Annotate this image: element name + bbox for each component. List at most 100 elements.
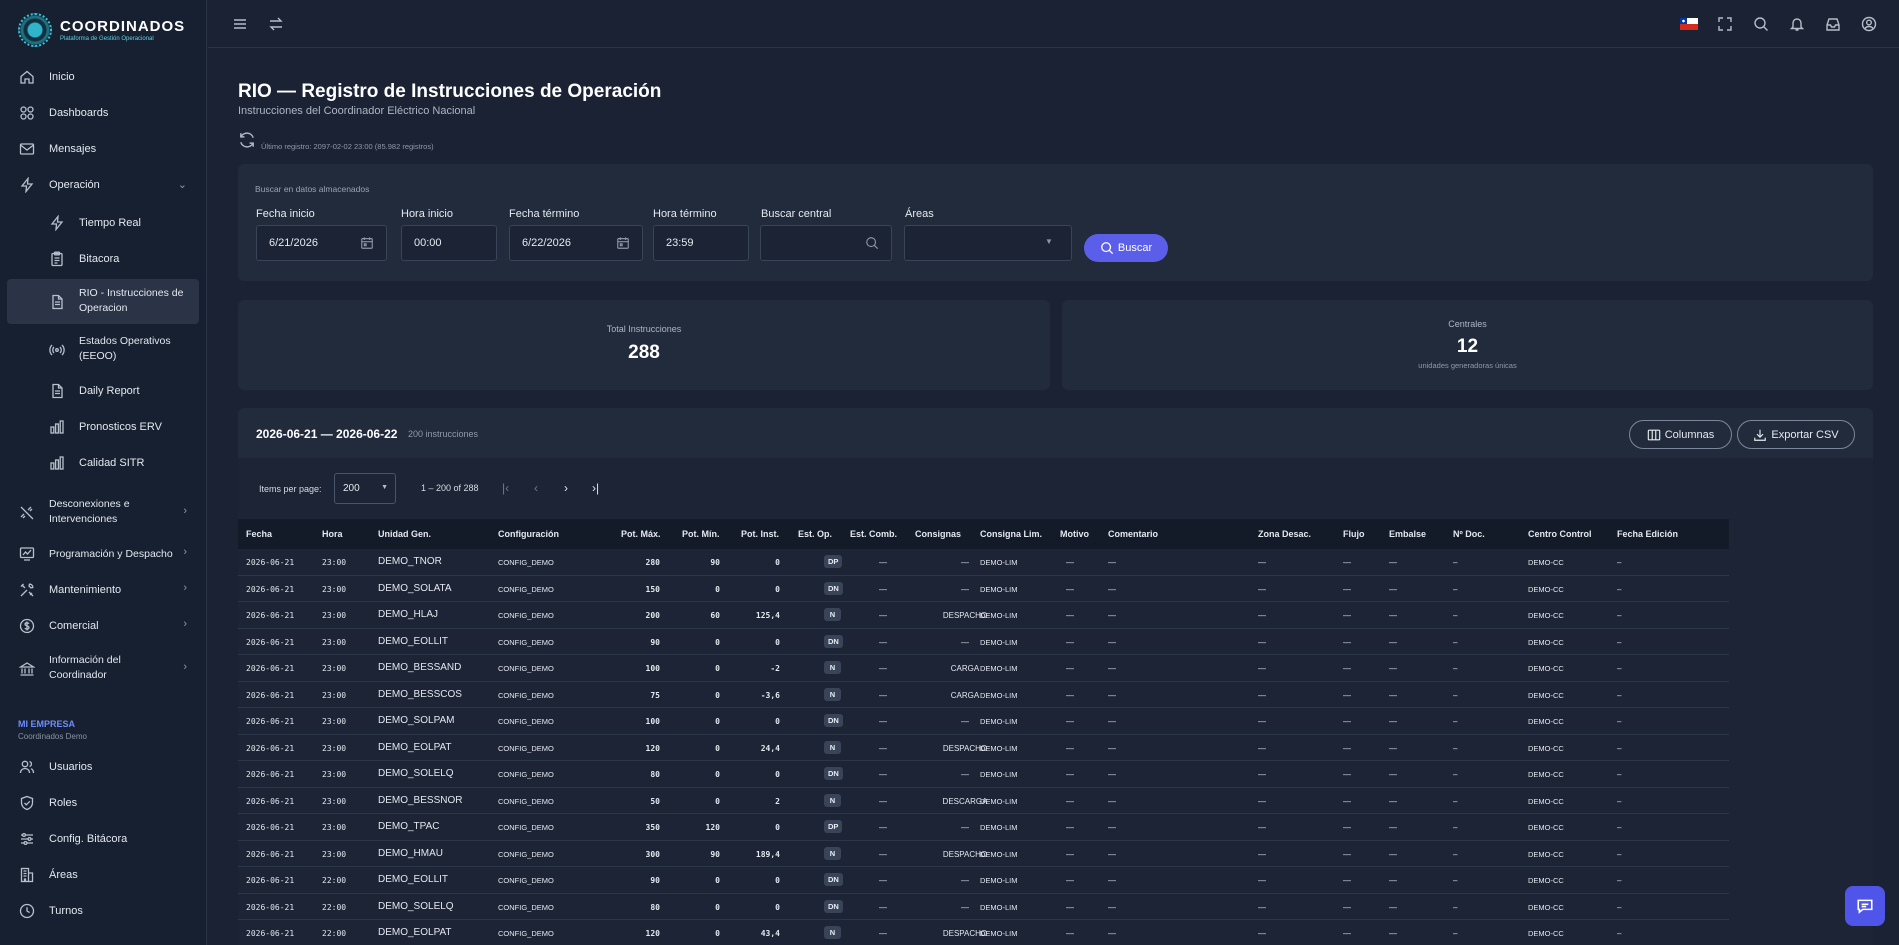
sidebar-item-rio[interactable]: RIO - Instrucciones de Operacion (0, 285, 207, 319)
column-header[interactable]: Unidad Gen. (378, 529, 431, 539)
table-row[interactable]: 2026-06-21 22:00 DEMO_EOLPAT CONFIG_DEMO 120… (238, 920, 1729, 945)
table-row[interactable]: 2026-06-21 22:00 DEMO_SOLELQ CONFIG_DEMO 80 0… (238, 894, 1729, 920)
refresh-icon[interactable] (238, 131, 256, 149)
table-row[interactable]: 2026-06-21 23:00 DEMO_TPAC CONFIG_DEMO 350 12… (238, 814, 1729, 841)
column-header[interactable]: Consignas (915, 529, 961, 539)
sidebar-item-desconexiones[interactable]: Desconexiones e Intervenciones › (0, 496, 207, 530)
buscar-button[interactable]: Buscar (1084, 234, 1168, 262)
sidebar-item-turnos[interactable]: Turnos (0, 902, 207, 920)
table-row[interactable]: 2026-06-21 23:00 DEMO_BESSAND CONFIG_DEMO 10… (238, 655, 1729, 682)
last-page-icon[interactable]: ›| (592, 481, 599, 495)
last-record-info: Último registro: 2097-02-02 23:00 (85.98… (261, 142, 434, 151)
sidebar-item-mantenimiento[interactable]: Mantenimiento › (0, 581, 207, 599)
sidebar-item-roles[interactable]: Roles (0, 794, 207, 812)
sidebar-item-pronosticos[interactable]: Pronosticos ERV (0, 418, 207, 436)
table-row[interactable]: 2026-06-21 23:00 DEMO_EOLLIT CONFIG_DEMO 90 0… (238, 629, 1729, 655)
column-header[interactable]: Pot. Inst. (741, 529, 779, 539)
column-header[interactable]: Embalse (1389, 529, 1426, 539)
sidebar-item-inicio[interactable]: Inicio (0, 68, 207, 86)
table-cell: – (1617, 611, 1622, 620)
sidebar-item-programacion[interactable]: Programación y Despacho › (0, 545, 207, 563)
table-row[interactable]: 2026-06-21 23:00 DEMO_SOLPAM CONFIG_DEMO 100… (238, 708, 1729, 735)
table-row[interactable]: 2026-06-21 23:00 DEMO_SOLATA CONFIG_DEMO 150… (238, 576, 1729, 602)
prev-page-icon[interactable]: ‹ (534, 481, 538, 495)
sidebar-item-bitacora[interactable]: Bitacora (0, 250, 207, 268)
bell-icon[interactable] (1787, 14, 1807, 34)
table-row[interactable]: 2026-06-21 23:00 DEMO_BESSNOR CONFIG_DEMO 50… (238, 788, 1729, 814)
fullscreen-icon[interactable] (1715, 14, 1735, 34)
table-cell: DEMO-LIM (980, 717, 1018, 726)
sidebar-item-informacion[interactable]: Información del Coordinador › (0, 652, 207, 686)
table-row[interactable]: 2026-06-21 23:00 DEMO_HLAJ CONFIG_DEMO 200 60… (238, 602, 1729, 629)
building-icon (18, 866, 36, 884)
column-header[interactable]: Comentario (1108, 529, 1158, 539)
sidebar-item-config-bitacora[interactable]: Config. Bitácora (0, 830, 207, 848)
table-cell: — (879, 876, 887, 885)
column-header[interactable]: Est. Comb. (850, 529, 897, 539)
column-header[interactable]: Pot. Máx. (621, 529, 661, 539)
table-row[interactable]: 2026-06-21 23:00 DEMO_TNOR CONFIG_DEMO 280 90… (238, 549, 1729, 576)
table-row[interactable]: 2026-06-21 22:00 DEMO_EOLLIT CONFIG_DEMO 90 0… (238, 867, 1729, 894)
columnas-button-label: Columnas (1664, 428, 1715, 441)
sidebar-item-tiempo-real[interactable]: Tiempo Real (0, 214, 207, 232)
sidebar-item-operacion[interactable]: Operación ⌄ (0, 176, 207, 194)
inbox-icon[interactable] (1823, 14, 1843, 34)
sidebar-item-daily-report[interactable]: Daily Report (0, 382, 207, 400)
table-cell: — (1066, 902, 1074, 912)
fecha-inicio-field[interactable]: 6/21/2026 (256, 225, 387, 261)
column-header[interactable]: Est. Op. (798, 529, 832, 539)
column-header[interactable]: Configuración (498, 529, 559, 539)
sidebar-item-areas[interactable]: Áreas (0, 866, 207, 884)
calendar-icon[interactable] (616, 236, 630, 250)
brand[interactable]: COORDINADOS Plataforma de Gestión Operac… (0, 0, 206, 60)
column-header[interactable]: Consigna Lim. (980, 529, 1042, 539)
table-cell: 60 (710, 611, 720, 620)
swap-icon[interactable] (266, 14, 286, 34)
table-row[interactable]: 2026-06-21 23:00 DEMO_EOLPAT CONFIG_DEMO 120… (238, 735, 1729, 761)
sidebar-item-usuarios[interactable]: Usuarios (0, 758, 207, 776)
column-header[interactable]: Flujo (1343, 529, 1365, 539)
table-row[interactable]: 2026-06-21 23:00 DEMO_BESSCOS CONFIG_DEMO 75… (238, 682, 1729, 708)
status-badge: N (824, 926, 841, 939)
table-cell: DEMO-LIM (980, 876, 1018, 885)
table-cell: — (1389, 902, 1397, 912)
chat-button[interactable] (1845, 886, 1885, 926)
exportar-csv-button[interactable]: Exportar CSV (1737, 420, 1855, 449)
sidebar-item-calidad-sitr[interactable]: Calidad SITR (0, 454, 207, 472)
sidebar-item-mensajes[interactable]: Mensajes (0, 140, 207, 158)
chile-flag-icon[interactable] (1679, 14, 1699, 34)
areas-select[interactable]: ▼ (904, 225, 1072, 261)
column-header[interactable]: Fecha (246, 529, 272, 539)
sidebar-item-estados-operativos[interactable]: Estados Operativos (EEOO) (0, 333, 207, 367)
table-cell: DEMO-CC (1528, 584, 1564, 594)
items-per-page-select[interactable]: 200 ▼ (334, 473, 396, 504)
columnas-button[interactable]: Columnas (1629, 420, 1732, 449)
user-circle-icon[interactable] (1859, 14, 1879, 34)
column-header[interactable]: Motivo (1060, 529, 1089, 539)
table-cell: — (1389, 611, 1397, 620)
table-cell: 2026-06-21 (246, 717, 295, 726)
buscar-central-input[interactable] (760, 225, 892, 261)
column-header[interactable]: Fecha Edición (1617, 529, 1678, 539)
table-cell: 0 (715, 664, 720, 673)
column-header[interactable]: Centro Control (1528, 529, 1592, 539)
hora-inicio-field[interactable]: 00:00 (401, 225, 497, 261)
bar-chart-icon (48, 454, 66, 472)
first-page-icon[interactable]: |‹ (502, 481, 509, 495)
table-cell: — (1389, 717, 1397, 726)
table-cell: – (1453, 823, 1458, 832)
column-header[interactable]: Nº Doc. (1453, 529, 1485, 539)
column-header[interactable]: Zona Desac. (1258, 529, 1311, 539)
fecha-termino-field[interactable]: 6/22/2026 (509, 225, 643, 261)
table-row[interactable]: 2026-06-21 23:00 DEMO_SOLELQ CONFIG_DEMO 80 0… (238, 761, 1729, 788)
table-row[interactable]: 2026-06-21 23:00 DEMO_HMAU CONFIG_DEMO 300 90… (238, 841, 1729, 867)
next-page-icon[interactable]: › (564, 481, 568, 495)
sidebar-item-dashboards[interactable]: Dashboards (0, 104, 207, 122)
column-header[interactable]: Pot. Mín. (682, 529, 720, 539)
column-header[interactable]: Hora (322, 529, 343, 539)
hora-termino-field[interactable]: 23:59 (653, 225, 749, 261)
sidebar-item-comercial[interactable]: Comercial › (0, 617, 207, 635)
search-icon[interactable] (1751, 14, 1771, 34)
calendar-icon[interactable] (360, 236, 374, 250)
menu-icon[interactable] (230, 14, 250, 34)
